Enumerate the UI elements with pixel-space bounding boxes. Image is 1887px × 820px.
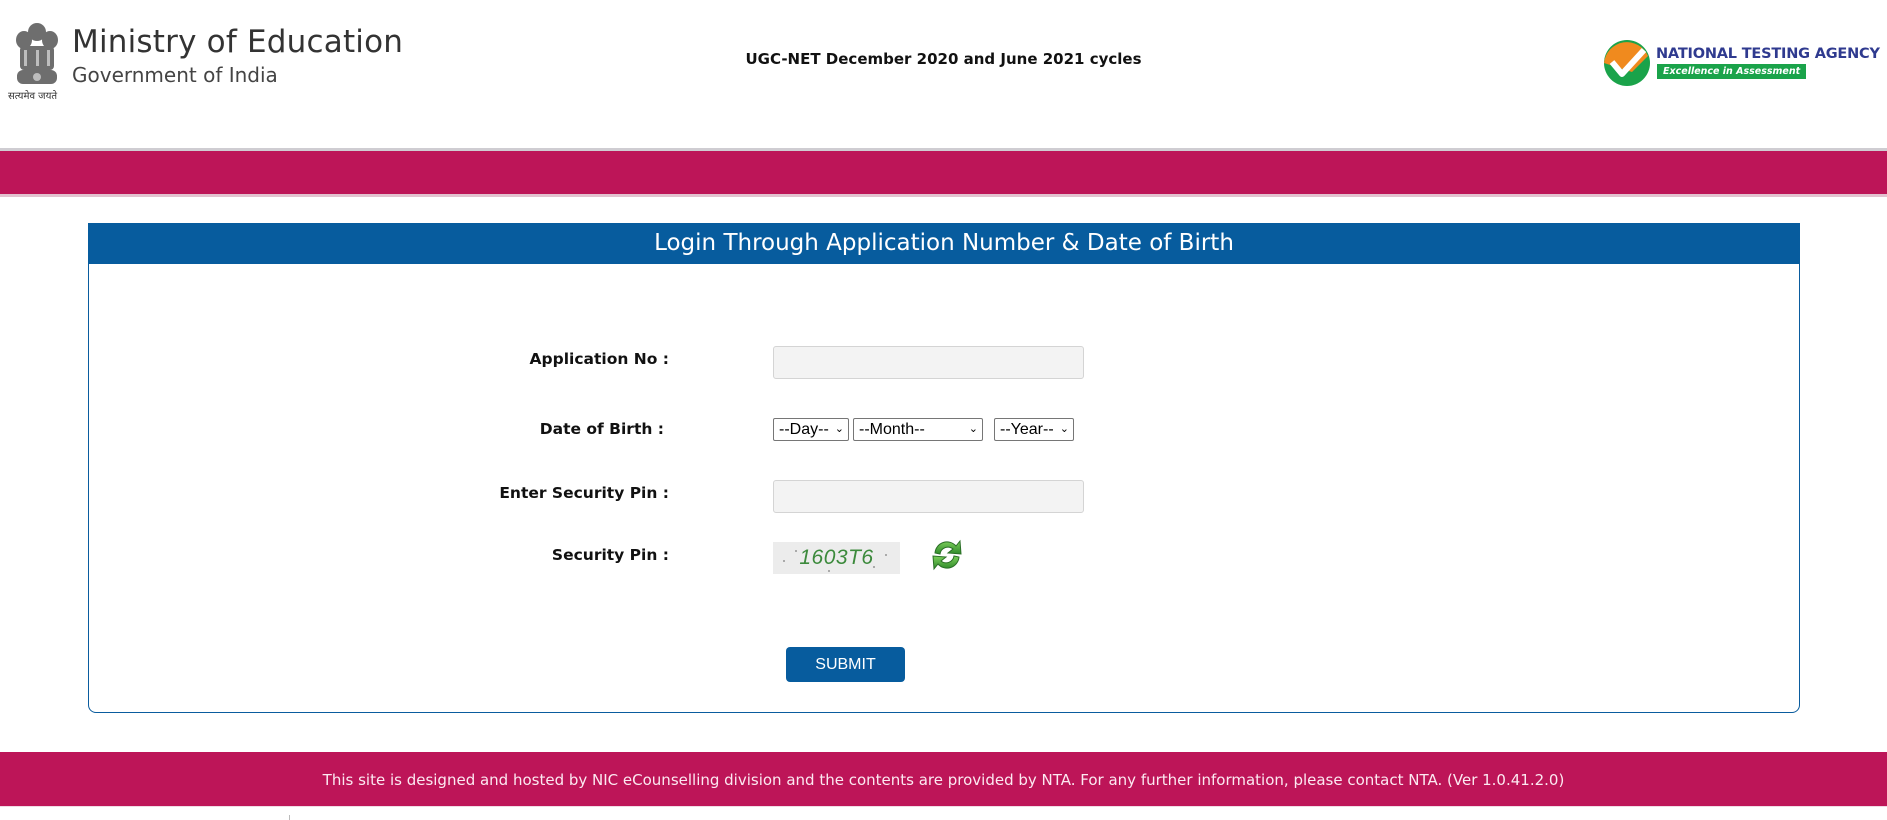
dob-month-select[interactable]: --Month-- ⌄ — [853, 418, 983, 441]
chevron-down-icon: ⌄ — [968, 423, 978, 435]
chevron-down-icon: ⌄ — [1059, 423, 1069, 435]
dob-day-value: --Day-- — [779, 421, 829, 438]
submit-button[interactable]: SUBMIT — [786, 647, 905, 682]
emblem-caption: सत्यमेव जयते — [8, 91, 58, 102]
login-title: Login Through Application Number & Date … — [88, 223, 1800, 264]
dob-year-select[interactable]: --Year-- ⌄ — [994, 418, 1074, 441]
captcha-text: 1603T6 — [799, 546, 874, 569]
application-no-label: Application No : — [529, 350, 669, 368]
dob-month-value: --Month-- — [859, 421, 925, 438]
agency-tagline: Excellence in Assessment — [1657, 64, 1807, 79]
footer-text: This site is designed and hosted by NIC … — [322, 771, 1565, 789]
login-card: Login Through Application Number & Date … — [88, 223, 1800, 713]
page-edge-mark — [289, 815, 290, 820]
header-band — [0, 148, 1887, 197]
nta-logo-icon — [1604, 40, 1650, 86]
refresh-icon[interactable] — [928, 536, 966, 574]
security-pin-label: Security Pin : — [551, 546, 669, 564]
site-footer: This site is designed and hosted by NIC … — [0, 752, 1887, 806]
security-pin-input[interactable] — [773, 480, 1084, 513]
dob-day-select[interactable]: --Day-- ⌄ — [773, 418, 849, 441]
security-pin-input-label: Enter Security Pin : — [499, 484, 669, 502]
footer-divider — [0, 806, 1887, 807]
captcha-image: 1603T6 — [773, 542, 900, 574]
site-header: सत्यमेव जयते Ministry of Education Gover… — [0, 0, 1887, 148]
application-no-input[interactable] — [773, 346, 1084, 379]
dob-year-value: --Year-- — [1000, 421, 1054, 438]
dob-label: Date of Birth : — [539, 420, 664, 438]
chevron-down-icon: ⌄ — [834, 423, 844, 435]
agency-name: NATIONAL TESTING AGENCY — [1656, 46, 1880, 62]
